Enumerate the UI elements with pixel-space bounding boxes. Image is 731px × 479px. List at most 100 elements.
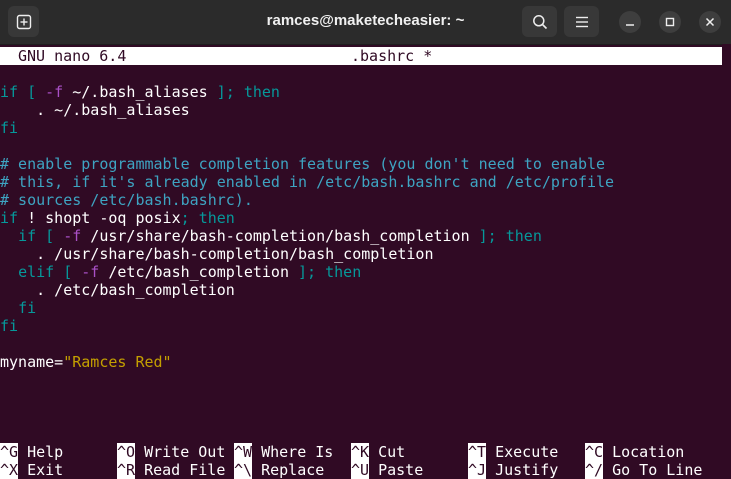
shortcut-key: ^\ [234, 461, 253, 479]
code-line: if [ -f ~/.bash_aliases ]; then [0, 83, 280, 101]
code-token: -f [81, 263, 100, 281]
scrollbar[interactable] [722, 44, 731, 479]
terminal-area[interactable]: GNU nano 6.4 .bashrc * if [ -f ~/.bash_a… [0, 47, 722, 479]
code-token: . /etc/bash_completion [0, 281, 235, 299]
code-token: # sources /etc/bash.bashrc). [0, 191, 253, 209]
code-token: -f [63, 227, 82, 245]
code-token: [ [63, 263, 73, 281]
code-token: fi [18, 299, 37, 317]
code-line: if ! shopt -oq posix; then [0, 209, 235, 227]
nano-version: GNU nano 6.4 [18, 47, 127, 65]
code-token: ! shopt -oq posix [18, 209, 181, 227]
shortcut-execute[interactable]: ^T Execute [468, 443, 558, 461]
code-line: # this, if it's already enabled in /etc/… [0, 173, 614, 191]
shortcut-label: Execute [486, 443, 559, 461]
shortcut-key: ^G [0, 443, 19, 461]
shortcut-label: Read File [135, 461, 226, 479]
code-line: # enable programmable completion feature… [0, 155, 605, 173]
shortcut-label: Help [18, 443, 64, 461]
shortcut-read-file[interactable]: ^R Read File [117, 461, 225, 479]
shortcut-label: Go To Line [603, 461, 703, 479]
shortcut-key: ^K [351, 443, 370, 461]
code-token: then [325, 263, 362, 281]
minimize-icon [625, 17, 635, 27]
shortcut-label: Where Is [252, 443, 334, 461]
code-token: myname= [0, 353, 64, 371]
code-token: /etc/bash_completion [99, 263, 299, 281]
code-line: # sources /etc/bash.bashrc). [0, 191, 253, 209]
shortcut-cut[interactable]: ^K Cut [351, 443, 405, 461]
code-token: ]; [478, 227, 497, 245]
code-token: then [198, 209, 235, 227]
code-line: myname="Ramces Red" [0, 353, 172, 371]
menu-button[interactable] [564, 6, 599, 37]
shortcut-label: Exit [18, 461, 64, 479]
maximize-icon [665, 17, 675, 27]
close-icon [705, 17, 715, 27]
shortcut-row-2: ^X Exit ^R Read File ^\ Replace ^U Paste ^J … [0, 461, 722, 479]
shortcut-paste[interactable]: ^U Paste [351, 461, 423, 479]
code-token: ]; [216, 83, 235, 101]
code-token: # this, if it's already enabled in /etc/… [0, 173, 615, 191]
code-token: /usr/share/bash-completion/bash_completi… [81, 227, 479, 245]
shortcut-key: ^/ [585, 461, 604, 479]
code-token: ]; [298, 263, 317, 281]
shortcut-where-is[interactable]: ^W Where Is [234, 443, 333, 461]
code-token: # enable programmable completion feature… [0, 155, 606, 173]
code-token: if [18, 227, 37, 245]
code-token: elif [18, 263, 55, 281]
shortcut-exit[interactable]: ^X Exit [0, 461, 63, 479]
shortcut-justify[interactable]: ^J Justify [468, 461, 558, 479]
shortcut-key: ^R [117, 461, 136, 479]
shortcut-write-out[interactable]: ^O Write Out [117, 443, 225, 461]
code-line: . /etc/bash_completion [0, 281, 235, 299]
shortcut-row-1: ^G Help ^O Write Out ^W Where Is ^K Cut ^T E… [0, 443, 722, 461]
code-line: elif [ -f /etc/bash_completion ]; then [0, 263, 361, 281]
minimize-button[interactable] [619, 11, 641, 33]
search-button[interactable] [522, 6, 557, 37]
shortcut-key: ^J [468, 461, 487, 479]
shortcut-key: ^C [585, 443, 604, 461]
nano-title-bar: GNU nano 6.4 .bashrc * [0, 47, 722, 65]
shortcut-label: Replace [252, 461, 325, 479]
code-token: then [505, 227, 542, 245]
terminal-window: ramces@maketecheasier: ~ GNU nano 6.4 .b… [0, 0, 731, 479]
shortcut-location[interactable]: ^C Location [585, 443, 684, 461]
search-icon [532, 14, 548, 30]
shortcut-replace[interactable]: ^\ Replace [234, 461, 324, 479]
hamburger-menu-icon [575, 16, 589, 28]
code-token: [ [27, 83, 37, 101]
code-line: if [ -f /usr/share/bash-completion/bash_… [0, 227, 542, 245]
shortcut-label: Paste [369, 461, 424, 479]
maximize-button[interactable] [659, 11, 681, 33]
code-token: fi [0, 119, 19, 137]
shortcut-go-to-line[interactable]: ^/ Go To Line [585, 461, 702, 479]
shortcut-key: ^U [351, 461, 370, 479]
code-line: . ~/.bash_aliases [0, 101, 190, 119]
code-token: . /usr/share/bash-completion/bash_comple… [0, 245, 434, 263]
shortcut-key: ^W [234, 443, 253, 461]
code-token: ~/.bash_aliases [63, 83, 217, 101]
shortcut-label: Cut [369, 443, 406, 461]
shortcut-label: Location [603, 443, 685, 461]
close-button[interactable] [699, 11, 721, 33]
title-bar: ramces@maketecheasier: ~ [0, 0, 731, 45]
shortcut-key: ^T [468, 443, 487, 461]
code-token: ; [180, 209, 190, 227]
shortcut-help[interactable]: ^G Help [0, 443, 63, 461]
shortcut-key: ^X [0, 461, 19, 479]
code-token: then [243, 83, 280, 101]
new-tab-button[interactable] [8, 6, 39, 37]
shortcut-label: Justify [486, 461, 559, 479]
code-line: fi [0, 299, 36, 317]
code-token: if [0, 83, 19, 101]
